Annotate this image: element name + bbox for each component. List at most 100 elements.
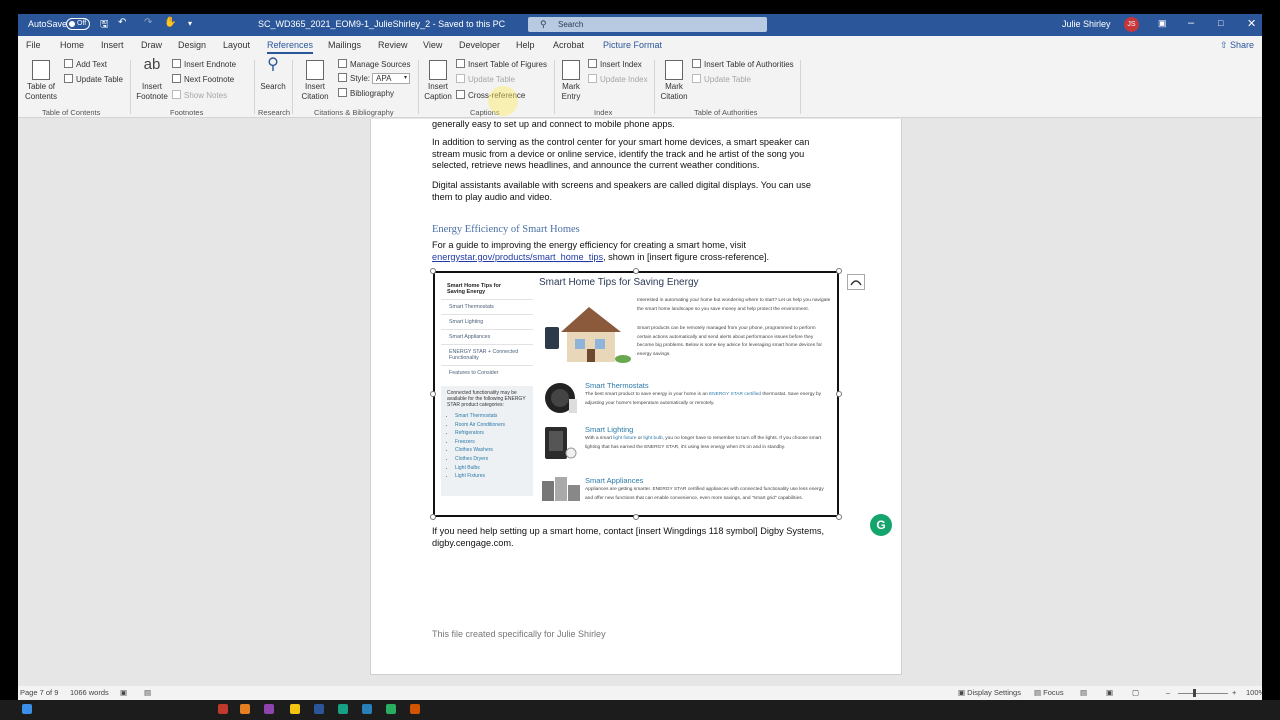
- heading-energy-efficiency[interactable]: Energy Efficiency of Smart Homes: [432, 224, 580, 235]
- undo-icon[interactable]: ↶: [118, 17, 126, 28]
- insert-citation-button[interactable]: Insert Citation: [298, 60, 332, 102]
- tab-view[interactable]: View: [423, 40, 442, 50]
- display-settings-button[interactable]: ▣ Display Settings: [958, 688, 1021, 697]
- proofing-icon[interactable]: ▣: [120, 688, 127, 697]
- tab-references[interactable]: References: [267, 40, 314, 54]
- taskbar-app-icon[interactable]: [240, 704, 250, 714]
- close-icon[interactable]: ✕: [1247, 17, 1256, 30]
- taskbar-app-icon[interactable]: [338, 704, 348, 714]
- bibliography-button[interactable]: Bibliography: [338, 88, 394, 98]
- maximize-icon[interactable]: □: [1218, 18, 1223, 28]
- update-index-button[interactable]: Update Index: [588, 74, 648, 84]
- group-research: Research: [258, 108, 291, 117]
- insert-footnote-button[interactable]: ab Insert Footnote: [134, 57, 170, 102]
- save-icon[interactable]: 🖫: [100, 17, 109, 34]
- avatar[interactable]: JS: [1124, 17, 1139, 32]
- taskbar-word-icon[interactable]: [314, 704, 324, 714]
- resize-handle[interactable]: [430, 268, 436, 274]
- energystar-link[interactable]: energystar.gov/products/smart_home_tips: [432, 252, 603, 262]
- user-name[interactable]: Julie Shirley: [1062, 19, 1111, 29]
- redo-icon[interactable]: ↷: [144, 17, 152, 28]
- document-title[interactable]: SC_WD365_2021_EOM9-1_JulieShirley_2 - Sa…: [258, 19, 505, 29]
- insert-caption-button[interactable]: Insert Caption: [422, 60, 454, 102]
- web-layout-icon[interactable]: ▢: [1132, 688, 1139, 697]
- paragraph-guide[interactable]: For a guide to improving the energy effi…: [432, 240, 852, 263]
- zoom-in-icon[interactable]: +: [1232, 688, 1236, 697]
- taskbar-app-icon[interactable]: [386, 704, 396, 714]
- tab-draw[interactable]: Draw: [141, 40, 162, 50]
- mark-citation-button[interactable]: Mark Citation: [658, 60, 690, 102]
- separator: [418, 60, 419, 114]
- page-count[interactable]: Page 7 of 9: [20, 688, 58, 697]
- resize-handle[interactable]: [836, 391, 842, 397]
- paragraph[interactable]: Digital assistants available with screen…: [432, 180, 832, 203]
- grammarly-icon[interactable]: G: [870, 514, 892, 536]
- search-box[interactable]: ⚲ Search: [528, 17, 767, 32]
- add-text-button[interactable]: Add Text: [64, 59, 107, 69]
- show-notes-button[interactable]: Show Notes: [172, 90, 227, 100]
- autosave-toggle[interactable]: Off: [66, 18, 90, 30]
- zoom-level[interactable]: 100%: [1246, 688, 1262, 697]
- resize-handle[interactable]: [633, 268, 639, 274]
- taskbar-app-icon[interactable]: [410, 704, 420, 714]
- document-page[interactable]: generally easy to set up and connect to …: [370, 119, 902, 675]
- insert-table-of-figures-button[interactable]: Insert Table of Figures: [456, 59, 547, 69]
- update-table-toa-button[interactable]: Update Table: [692, 74, 751, 84]
- next-footnote-button[interactable]: Next Footnote: [172, 74, 234, 84]
- box-list: Smart Thermostats Room Air Conditioners …: [447, 412, 527, 481]
- paragraph[interactable]: generally easy to set up and connect to …: [432, 119, 832, 131]
- manage-sources-icon: [338, 59, 347, 68]
- tab-picture-format[interactable]: Picture Format: [603, 40, 662, 50]
- search-research-button[interactable]: ⚲ Search: [258, 57, 288, 92]
- focus-button[interactable]: ▤ Focus: [1034, 688, 1064, 697]
- tab-acrobat[interactable]: Acrobat: [553, 40, 584, 50]
- citation-style-select[interactable]: Style: APA ▾: [338, 73, 411, 84]
- update-table-toc-button[interactable]: Update Table: [64, 74, 123, 84]
- tab-insert[interactable]: Insert: [101, 40, 124, 50]
- customize-qat-icon[interactable]: ▾: [188, 19, 192, 28]
- macro-icon[interactable]: ▤: [144, 688, 151, 697]
- layout-options-button[interactable]: [847, 274, 865, 290]
- tab-home[interactable]: Home: [60, 40, 84, 50]
- add-text-icon: [64, 59, 73, 68]
- zoom-slider[interactable]: [1178, 693, 1228, 694]
- taskbar-app-icon[interactable]: [362, 704, 372, 714]
- word-count[interactable]: 1066 words: [70, 688, 109, 697]
- read-mode-icon[interactable]: ▤: [1080, 688, 1087, 697]
- paragraph[interactable]: In addition to serving as the control ce…: [432, 137, 832, 172]
- insert-table-of-authorities-button[interactable]: Insert Table of Authorities: [692, 59, 794, 69]
- tab-help[interactable]: Help: [516, 40, 535, 50]
- insert-endnote-button[interactable]: Insert Endnote: [172, 59, 236, 69]
- manage-sources-button[interactable]: Manage Sources: [338, 59, 410, 69]
- style-value: APA: [376, 74, 392, 83]
- zoom-out-icon[interactable]: –: [1166, 688, 1170, 697]
- start-icon[interactable]: [22, 704, 32, 714]
- mark-entry-button[interactable]: Mark Entry: [558, 60, 584, 102]
- tab-design[interactable]: Design: [178, 40, 206, 50]
- taskbar-app-icon[interactable]: [218, 704, 228, 714]
- taskbar-app-icon[interactable]: [264, 704, 274, 714]
- insert-index-button[interactable]: Insert Index: [588, 59, 642, 69]
- resize-handle[interactable]: [836, 514, 842, 520]
- update-table-captions-button[interactable]: Update Table: [456, 74, 515, 84]
- document-area[interactable]: generally easy to set up and connect to …: [18, 119, 1262, 688]
- share-button[interactable]: ⇧ Share: [1220, 40, 1254, 51]
- resize-handle[interactable]: [430, 391, 436, 397]
- touch-mode-icon[interactable]: ✋: [164, 17, 176, 28]
- tab-file[interactable]: File: [26, 40, 41, 50]
- minimize-icon[interactable]: –: [1188, 17, 1194, 29]
- paragraph-help[interactable]: If you need help setting up a smart home…: [432, 526, 852, 549]
- ribbon-display-icon[interactable]: ▣: [1158, 18, 1167, 29]
- print-layout-icon[interactable]: ▣: [1106, 688, 1113, 697]
- tab-layout[interactable]: Layout: [223, 40, 250, 50]
- taskbar-app-icon[interactable]: [290, 704, 300, 714]
- tab-developer[interactable]: Developer: [459, 40, 500, 50]
- resize-handle[interactable]: [430, 514, 436, 520]
- zoom-slider-thumb[interactable]: [1193, 689, 1196, 697]
- resize-handle[interactable]: [836, 268, 842, 274]
- figure-screenshot[interactable]: Smart Home Tips for Saving Energy Smart …: [433, 271, 839, 517]
- tab-review[interactable]: Review: [378, 40, 408, 50]
- table-of-contents-button[interactable]: Table of Contents: [24, 60, 58, 102]
- tab-mailings[interactable]: Mailings: [328, 40, 361, 50]
- resize-handle[interactable]: [633, 514, 639, 520]
